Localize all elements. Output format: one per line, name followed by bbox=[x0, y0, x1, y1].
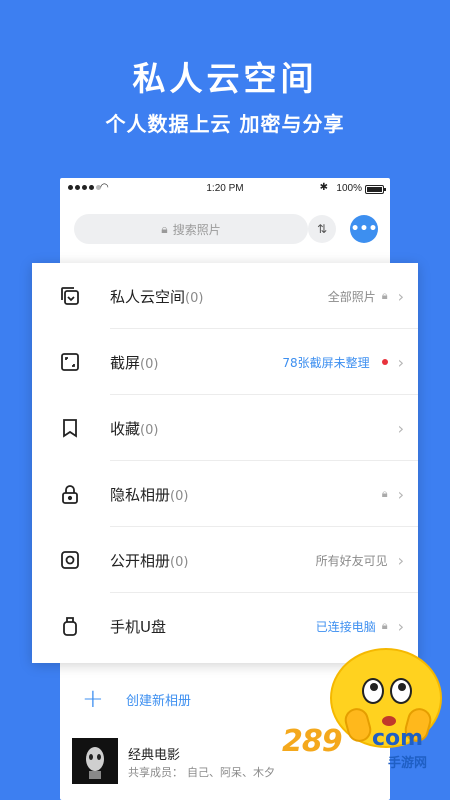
plus-icon: + bbox=[82, 684, 104, 714]
status-bar: ◠ 1:20 PM ✱ 100% bbox=[60, 178, 390, 200]
menu-row-meta: 已连接电脑 🔒︎ › bbox=[316, 617, 404, 636]
album-menu-card: 私人云空间(0) 全部照片 🔒︎ › 截屏(0) 78张截屏未整理 › 收藏(0) › 隐私相册(… bbox=[32, 263, 418, 663]
menu-row-title: 私人云空间(0) bbox=[110, 286, 203, 307]
menu-row-title: 截屏(0) bbox=[110, 352, 158, 373]
menu-row-1[interactable]: 截屏(0) 78张截屏未整理 › bbox=[32, 329, 418, 395]
chevron-right-icon: › bbox=[397, 616, 404, 636]
menu-row-label: 截屏 bbox=[110, 353, 141, 372]
menu-row-title: 收藏(0) bbox=[110, 418, 158, 439]
sort-icon: ⇅ bbox=[316, 222, 328, 236]
album-members-names: 自己、阿呆、木夕 bbox=[187, 766, 275, 779]
cloud-copy-icon bbox=[58, 284, 82, 308]
battery-icon bbox=[365, 185, 386, 194]
menu-row-count: (0) bbox=[185, 290, 204, 306]
album-members-label: 共享成员： bbox=[128, 766, 183, 779]
search-input[interactable]: 🔒︎ 搜索照片 bbox=[74, 214, 308, 244]
bookmark-icon bbox=[58, 416, 82, 440]
menu-row-status: 已连接电脑 bbox=[315, 619, 376, 634]
menu-row-status: 所有好友可见 bbox=[315, 553, 388, 568]
menu-row-meta: 🔒︎ › bbox=[382, 485, 404, 504]
lock-icon: 🔒︎ bbox=[381, 619, 388, 632]
promo-headline: 私人云空间 bbox=[132, 59, 318, 98]
menu-row-3[interactable]: 隐私相册(0) 🔒︎ › bbox=[32, 461, 418, 527]
more-button[interactable]: ••• bbox=[350, 215, 378, 243]
lock-icon: 🔒︎ bbox=[161, 221, 168, 236]
chevron-right-icon: › bbox=[397, 550, 404, 570]
album-title: 经典电影 bbox=[128, 748, 181, 763]
menu-row-5[interactable]: 手机U盘 已连接电脑 🔒︎ › bbox=[32, 593, 418, 659]
watermark-logo: 289 com 手游网 bbox=[282, 724, 442, 776]
menu-row-label: 公开相册 bbox=[110, 551, 171, 570]
usb-drive-icon bbox=[58, 614, 82, 638]
chevron-right-icon: › bbox=[397, 484, 404, 504]
menu-row-count: (0) bbox=[140, 356, 159, 372]
sort-button[interactable]: ⇅ bbox=[308, 215, 336, 243]
menu-row-title: 公开相册(0) bbox=[110, 550, 188, 571]
menu-row-meta: 全部照片 🔒︎ › bbox=[328, 287, 404, 306]
screenshot-icon bbox=[58, 350, 82, 374]
promo-subheadline: 个人数据上云 加密与分享 bbox=[105, 112, 345, 136]
menu-row-label: 私人云空间 bbox=[110, 287, 186, 306]
watermark-number: 289 bbox=[282, 724, 343, 759]
lock-icon: 🔒︎ bbox=[381, 487, 388, 500]
menu-row-status: 78张截屏未整理 bbox=[282, 355, 370, 370]
watermark-suffix: com bbox=[372, 726, 424, 751]
chevron-right-icon: › bbox=[397, 286, 404, 306]
menu-row-meta: › bbox=[394, 419, 404, 438]
menu-row-0[interactable]: 私人云空间(0) 全部照片 🔒︎ › bbox=[32, 263, 418, 329]
menu-row-meta: 78张截屏未整理 › bbox=[282, 353, 404, 372]
menu-row-count: (0) bbox=[140, 422, 159, 438]
album-thumbnail bbox=[72, 738, 118, 784]
create-album-label: 创建新相册 bbox=[126, 693, 192, 709]
search-placeholder: 搜索照片 bbox=[172, 222, 221, 237]
camera-icon bbox=[58, 548, 82, 572]
menu-row-label: 收藏 bbox=[110, 419, 141, 438]
menu-row-status: 全部照片 bbox=[327, 289, 376, 304]
watermark-chinese: 手游网 bbox=[388, 756, 428, 771]
lock-icon bbox=[58, 482, 82, 506]
unread-dot bbox=[381, 359, 388, 365]
menu-row-label: 手机U盘 bbox=[110, 617, 166, 636]
right-eye bbox=[390, 678, 412, 704]
menu-row-count: (0) bbox=[170, 488, 189, 504]
menu-row-label: 隐私相册 bbox=[110, 485, 171, 504]
menu-row-2[interactable]: 收藏(0) › bbox=[32, 395, 418, 461]
menu-row-title: 手机U盘 bbox=[110, 616, 166, 637]
menu-row-count: (0) bbox=[170, 554, 189, 570]
more-icon: ••• bbox=[350, 221, 378, 237]
menu-row-meta: 所有好友可见 › bbox=[316, 551, 404, 570]
left-eye bbox=[362, 678, 384, 704]
menu-row-4[interactable]: 公开相册(0) 所有好友可见 › bbox=[32, 527, 418, 593]
menu-row-title: 隐私相册(0) bbox=[110, 484, 188, 505]
album-members: 共享成员： 自己、阿呆、木夕 bbox=[128, 764, 279, 780]
battery-percent: 100% bbox=[336, 183, 362, 194]
chevron-right-icon: › bbox=[397, 352, 404, 372]
lock-icon: 🔒︎ bbox=[381, 289, 388, 302]
bluetooth-icon: ✱ bbox=[319, 182, 328, 193]
chevron-right-icon: › bbox=[397, 418, 404, 438]
create-album-button[interactable]: + 创建新相册 bbox=[82, 686, 191, 712]
